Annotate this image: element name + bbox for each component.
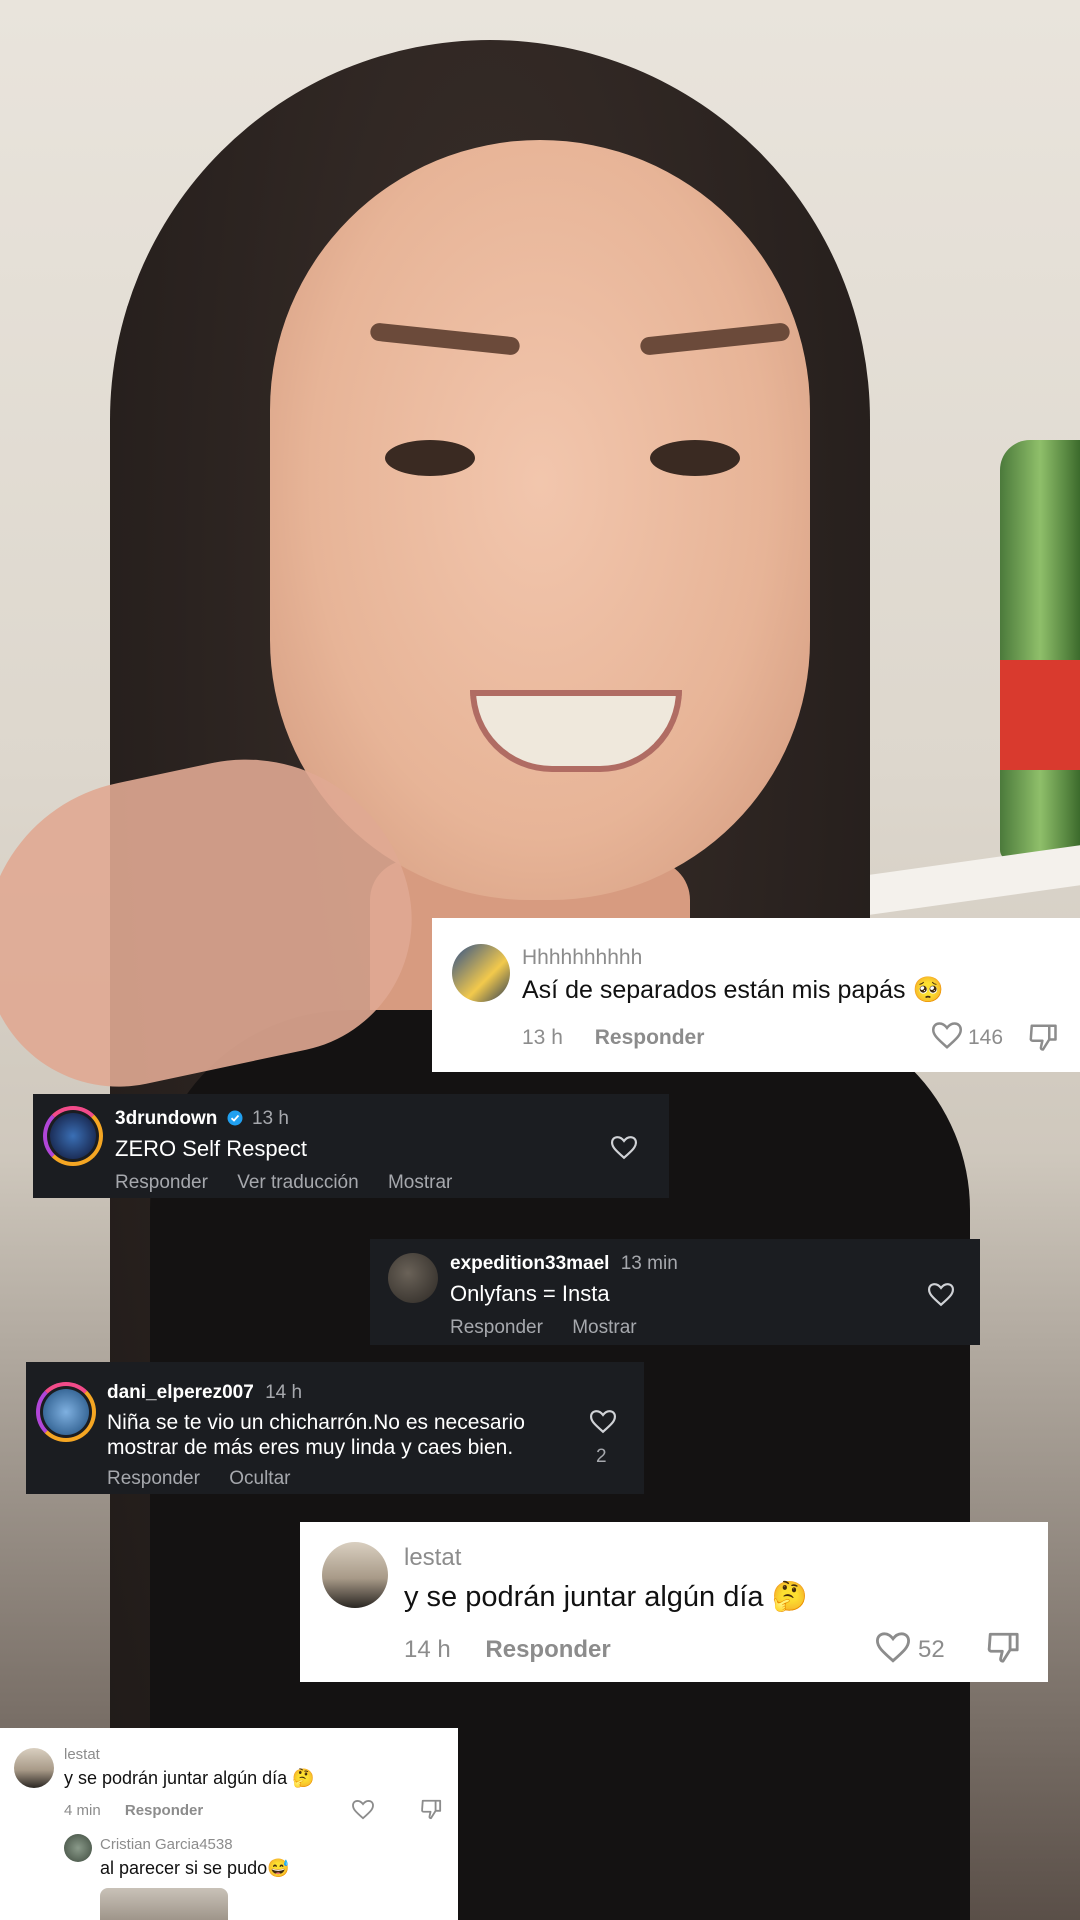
comment-text: y se podrán juntar algún día 🤔	[64, 1768, 315, 1788]
like-count: 2	[596, 1446, 607, 1467]
comment-text: Niña se te vio un chicharrón.No es neces…	[107, 1410, 525, 1460]
comment-username[interactable]: expedition33mael	[450, 1253, 609, 1274]
comment-username[interactable]: dani_elperez007	[107, 1382, 254, 1403]
comment-username[interactable]: Hhhhhhhhhh	[522, 946, 642, 970]
dislike-icon[interactable]	[1028, 1022, 1058, 1052]
reply-button[interactable]: Responder	[485, 1636, 610, 1664]
bottle-label	[1000, 660, 1080, 770]
heart-icon[interactable]	[928, 1283, 954, 1307]
reply-button[interactable]: Responder	[450, 1317, 543, 1339]
comment-time: 14 h	[265, 1382, 303, 1403]
comment-text: Onlyfans = Insta	[450, 1281, 610, 1306]
like-count: 52	[918, 1636, 945, 1663]
comment-time: 4 min	[64, 1802, 101, 1819]
verified-badge-icon	[227, 1110, 243, 1126]
reply-button[interactable]: Responder	[115, 1172, 208, 1194]
avatar[interactable]	[452, 944, 510, 1002]
right-eye	[650, 440, 740, 476]
bottle	[1000, 440, 1080, 860]
dislike-icon[interactable]	[986, 1630, 1020, 1664]
comment-text: ZERO Self Respect	[115, 1136, 307, 1161]
reply-image-thumbnail[interactable]	[100, 1888, 228, 1920]
reply-avatar[interactable]	[64, 1834, 92, 1862]
comment-time: 14 h	[404, 1636, 451, 1663]
comment-time: 13 h	[522, 1026, 563, 1049]
comment-username[interactable]: lestat	[404, 1544, 461, 1572]
comment-username[interactable]: 3drundown	[115, 1108, 217, 1129]
heart-icon[interactable]	[590, 1410, 616, 1434]
reply-button[interactable]: Responder	[595, 1026, 705, 1050]
reply-button[interactable]: Responder	[125, 1802, 203, 1819]
comment-text-line: mostrar de más eres muy linda y caes bie…	[107, 1436, 514, 1459]
comment-card-6: lestat y se podrán juntar algún día 🤔 4 …	[0, 1728, 458, 1920]
left-eye	[385, 440, 475, 476]
comment-text: y se podrán juntar algún día 🤔	[404, 1581, 808, 1613]
comment-time: 13 h	[251, 1108, 289, 1129]
dislike-icon[interactable]	[420, 1798, 442, 1820]
comment-card-1: Hhhhhhhhhh Así de separados están mis pa…	[432, 918, 1080, 1072]
translate-button[interactable]: Ver traducción	[237, 1172, 358, 1194]
face	[270, 140, 810, 900]
avatar[interactable]	[43, 1106, 103, 1166]
avatar[interactable]	[322, 1542, 388, 1608]
avatar[interactable]	[14, 1748, 54, 1788]
show-button[interactable]: Mostrar	[388, 1172, 452, 1194]
heart-icon[interactable]	[876, 1632, 910, 1664]
reply-button[interactable]: Responder	[107, 1468, 200, 1490]
comment-card-5: lestat y se podrán juntar algún día 🤔 14…	[300, 1522, 1048, 1682]
comment-time: 13 min	[620, 1253, 678, 1274]
comment-card-4: dani_elperez007 14 h Niña se te vio un c…	[26, 1362, 644, 1494]
avatar[interactable]	[388, 1253, 438, 1303]
comment-text: Así de separados están mis papás 🥺	[522, 976, 944, 1004]
comment-text-line: Niña se te vio un chicharrón.No es neces…	[107, 1411, 525, 1434]
show-button[interactable]: Mostrar	[572, 1317, 636, 1339]
like-count: 146	[968, 1026, 1004, 1049]
heart-icon[interactable]	[932, 1022, 962, 1050]
comment-card-2: 3drundown 13 h ZERO Self Respect Respond…	[33, 1094, 669, 1198]
hide-button[interactable]: Ocultar	[229, 1468, 290, 1490]
heart-icon[interactable]	[352, 1800, 374, 1820]
heart-icon[interactable]	[611, 1136, 637, 1160]
reply-text: al parecer si se pudo😅	[100, 1858, 290, 1878]
reply-username[interactable]: Cristian Garcia4538	[100, 1836, 233, 1853]
comment-username[interactable]: lestat	[64, 1746, 100, 1763]
avatar[interactable]	[36, 1382, 96, 1442]
comment-card-3: expedition33mael 13 min Onlyfans = Insta…	[370, 1239, 980, 1345]
